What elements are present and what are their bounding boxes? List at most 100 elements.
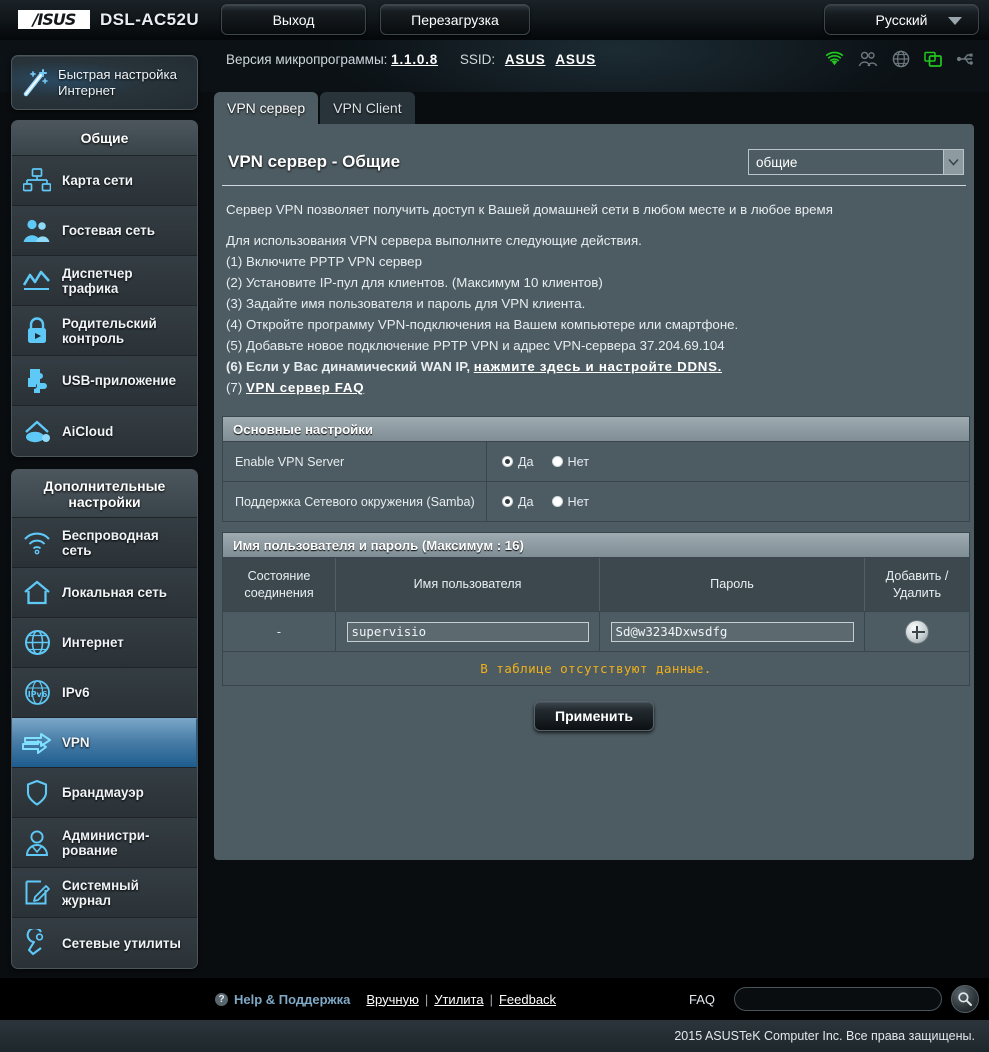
cell-password <box>600 612 865 651</box>
basic-settings-title: Основные настройки <box>222 416 970 442</box>
wan-icon <box>12 629 62 656</box>
sidebar-item-firewall[interactable]: Брандмауэр <box>12 768 197 818</box>
usb-icon[interactable] <box>956 52 975 66</box>
password-input[interactable] <box>610 621 854 642</box>
wifi-icon[interactable] <box>825 51 844 67</box>
sidebar-item-parental-control[interactable]: Родительский контроль <box>12 306 197 356</box>
sidebar-item-label: Интернет <box>62 635 124 650</box>
footer-separator: | <box>424 991 429 1007</box>
sidebar-item-wireless[interactable]: Беспроводная сеть <box>12 518 197 568</box>
parental-control-icon <box>12 316 62 345</box>
firewall-icon <box>12 779 62 807</box>
sidebar-item-guest-network[interactable]: Гостевая сеть <box>12 206 197 256</box>
sidebar-group-general: Общие Карта сети Гостевая сеть Диспетчер… <box>11 120 198 457</box>
sidebar-item-vpn[interactable]: VPN <box>12 718 197 768</box>
sidebar-item-system-log[interactable]: Системный журнал <box>12 868 197 918</box>
aicloud-icon <box>12 418 62 444</box>
enable-vpn-server-yes[interactable]: Да <box>502 455 534 469</box>
sidebar-item-usb-application[interactable]: USB-приложение <box>12 356 197 406</box>
apply-button[interactable]: Применить <box>534 701 654 731</box>
tab-vpn-server[interactable]: VPN сервер <box>214 92 319 124</box>
quick-setup-label: Быстрая настройка Интернет <box>58 67 177 99</box>
display-icon[interactable] <box>924 51 942 68</box>
sidebar-item-label: Системный журнал <box>62 877 139 908</box>
sidebar-group-advanced: Дополнительные настройки Беспроводная се… <box>11 469 198 969</box>
radio-icon[interactable] <box>502 496 513 507</box>
lan-icon <box>12 580 62 606</box>
firmware-label: Версия микропрограммы: <box>226 52 388 67</box>
sidebar-item-aicloud[interactable]: AiCloud <box>12 406 197 456</box>
radio-icon[interactable] <box>551 496 563 507</box>
sidebar-item-label: Гостевая сеть <box>62 223 155 238</box>
sidebar-item-label: Брандмауэр <box>62 785 144 800</box>
sidebar-item-label: Родительский контроль <box>62 315 157 346</box>
faq-search-input[interactable] <box>734 987 942 1011</box>
asus-logo-text: /ISUS <box>32 9 77 29</box>
footer-link-manual[interactable]: Вручную <box>366 992 418 1007</box>
network-tools-icon <box>12 929 62 957</box>
chevron-down-icon <box>943 150 963 174</box>
sidebar-item-lan[interactable]: Локальная сеть <box>12 568 197 618</box>
add-icon[interactable] <box>905 619 929 644</box>
footer-separator: | <box>489 991 493 1007</box>
tab-vpn-client[interactable]: VPN Client <box>320 92 415 124</box>
vpn-description: Сервер VPN позволяет получить доступ к В… <box>226 199 961 398</box>
main-content-panel: VPN сервер - Общие общие Сервер VPN позв… <box>214 124 974 860</box>
quick-setup-line2: Интернет <box>58 82 116 98</box>
reboot-button[interactable]: Перезагрузка <box>380 4 531 35</box>
sidebar-item-network-tools[interactable]: Сетевые утилиты <box>12 918 197 968</box>
sidebar-item-network-map[interactable]: Карта сети <box>12 156 197 206</box>
vpn-intro-text: Сервер VPN позволяет получить доступ к В… <box>226 202 833 217</box>
vpn-step-7: (7) VPN сервер FAQ <box>226 377 961 398</box>
vpn-step-5: (5) Добавьте новое подключение PPTP VPN … <box>226 338 725 353</box>
footer-link-feedback[interactable]: Feedback <box>499 992 556 1007</box>
search-icon[interactable] <box>951 985 979 1013</box>
sidebar-item-ipv6[interactable]: IPv6 IPv6 <box>12 668 197 718</box>
ssid-5g-link[interactable]: ASUS <box>555 52 596 67</box>
vpn-mode-select[interactable]: общие <box>748 149 964 175</box>
vpn-mode-select-value: общие <box>756 154 798 170</box>
setting-label: Поддержка Сетевого окружения (Samba) <box>223 482 487 521</box>
guest-network-icon <box>12 218 62 244</box>
quick-internet-setup-button[interactable]: Быстрая настройка Интернет <box>11 55 198 110</box>
magic-wand-icon <box>12 67 58 99</box>
network-map-icon <box>12 167 62 194</box>
sidebar-item-label: Карта сети <box>62 173 134 188</box>
users-table-empty-message: В таблице отсутствуют данные. <box>222 652 970 686</box>
globe-icon[interactable] <box>892 50 910 68</box>
firmware-version-link[interactable]: 1.1.0.8 <box>391 52 438 67</box>
ddns-setup-link[interactable]: нажмите здесь и настройте DDNS. <box>474 359 722 374</box>
samba-support-no[interactable]: Нет <box>551 494 589 509</box>
radio-icon[interactable] <box>551 456 563 467</box>
radio-label: Да <box>518 494 534 509</box>
logout-button[interactable]: Выход <box>221 4 367 35</box>
footer-links: Вручную | Утилита | Feedback <box>366 992 556 1007</box>
guest-network-icon[interactable] <box>858 51 878 67</box>
users-section-title: Имя пользователя и пароль (Максимум : 16… <box>222 532 970 558</box>
language-selector-label: Русский <box>875 11 928 28</box>
question-mark-icon: ? <box>215 992 228 1006</box>
sidebar-item-wan[interactable]: Интернет <box>12 618 197 668</box>
setting-value: Да Нет <box>487 482 969 521</box>
radio-label: Да <box>518 454 534 469</box>
vpn-step-7-text: (7) <box>226 380 246 395</box>
footer-link-utility[interactable]: Утилита <box>434 992 483 1007</box>
ssid-2g-link[interactable]: ASUS <box>505 52 546 67</box>
ipv6-icon: IPv6 <box>12 679 62 706</box>
radio-icon[interactable] <box>502 456 513 467</box>
sidebar-item-traffic-manager[interactable]: Диспетчер трафика <box>12 256 197 306</box>
ssid-label: SSID: <box>459 52 496 67</box>
sidebar-item-label: Диспетчер трафика <box>62 265 133 296</box>
username-input[interactable] <box>346 621 589 642</box>
language-selector[interactable]: Русский <box>824 4 979 35</box>
sidebar-item-label: Администри-рование <box>62 827 150 858</box>
sidebar-item-administration[interactable]: Администри-рование <box>12 818 197 868</box>
vpn-server-faq-link[interactable]: VPN сервер FAQ <box>246 380 364 395</box>
help-support-block[interactable]: ? Help & Поддержка <box>215 992 350 1007</box>
asus-logo: /ISUS <box>18 10 90 29</box>
samba-support-yes[interactable]: Да <box>502 495 534 509</box>
radio-label: Нет <box>567 494 589 509</box>
cell-action <box>865 612 969 651</box>
enable-vpn-server-no[interactable]: Нет <box>551 455 589 469</box>
router-admin-page: /ISUS DSL-AC52U Выход Перезагрузка Русск… <box>0 0 989 1052</box>
